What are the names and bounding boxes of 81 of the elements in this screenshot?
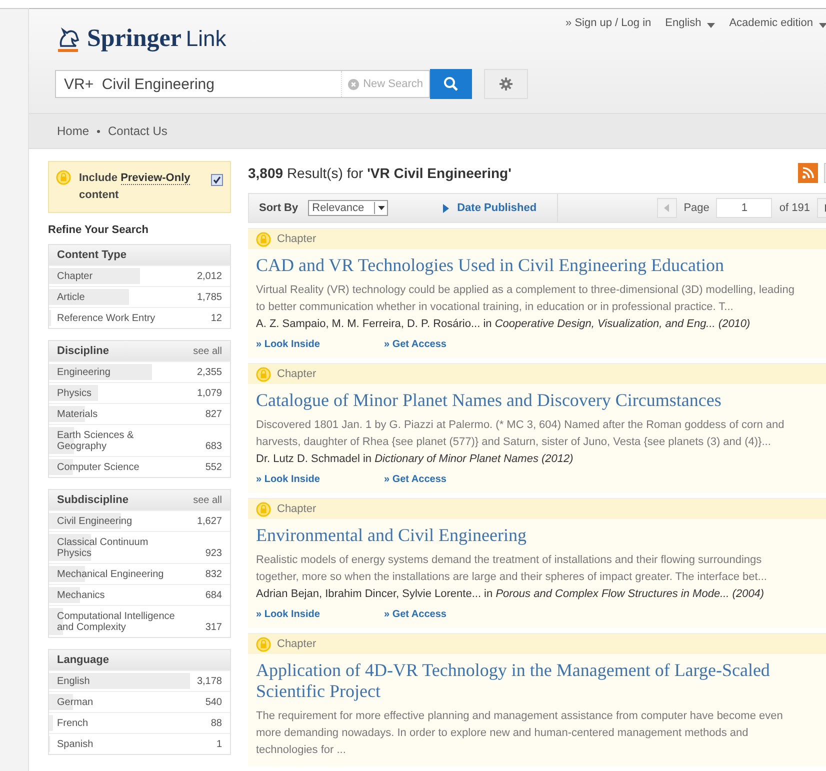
facet-item[interactable]: Engineering 2,355	[49, 361, 230, 382]
preview-checkbox[interactable]	[211, 174, 223, 186]
refine-heading: Refine Your Search	[48, 224, 150, 236]
page-field[interactable]: 1	[716, 198, 772, 218]
result-link[interactable]: » Look Inside	[256, 609, 324, 620]
clear-icon	[348, 78, 360, 90]
search-icon	[443, 76, 459, 92]
lock-icon	[256, 502, 271, 516]
sort-select[interactable]: Relevance	[308, 200, 388, 216]
facet-title: Subdiscipline	[57, 494, 129, 506]
triangle-icon	[443, 204, 450, 212]
results-heading: 3,809 Result(s) for 'VR Civil Engineering'	[248, 165, 512, 181]
result-title[interactable]: Catalogue of Minor Planet Names and Discovery Circumstances	[256, 390, 776, 411]
left-arrow-icon	[664, 204, 670, 212]
result-title[interactable]: Environmental and Civil Engineering	[256, 525, 776, 546]
facet-title: Content Type	[57, 249, 126, 261]
facet-item[interactable]: Classical Continuum Physics 923	[49, 531, 230, 563]
sort-label: Sort By	[258, 202, 300, 214]
facet-item[interactable]: Mechanical Engineering 832	[49, 563, 230, 584]
facet-item[interactable]: Mechanics 684	[49, 584, 230, 605]
result-link[interactable]: » Get Access	[384, 474, 452, 485]
rss-button[interactable]	[798, 163, 818, 183]
facet-item[interactable]: Reference Work Entry 12	[49, 307, 230, 328]
facet-title: Discipline	[57, 345, 109, 357]
header-link[interactable]: » Sign up / Log in	[566, 17, 652, 113]
facet-item[interactable]: Spanish 1	[49, 733, 230, 754]
date-published-sort[interactable]: Date Published	[443, 194, 558, 222]
result-title[interactable]: CAD and VR Technologies Used in Civil Engineering Education	[256, 255, 776, 276]
result-link[interactable]: » Get Access	[384, 339, 452, 350]
result-authors: Dr. Lutz D. Schmadel in Dictionary of Minor Planet Names (2012)	[256, 452, 574, 467]
search-button[interactable]	[430, 69, 472, 99]
lock-icon	[256, 636, 271, 652]
facet-item[interactable]: Civil Engineering 1,627	[49, 510, 230, 531]
separator-dot	[97, 130, 100, 132]
content-type-label: Chapter	[277, 503, 316, 515]
settings-button[interactable]	[484, 69, 528, 99]
facet-item[interactable]: Physics 1,079	[49, 382, 230, 403]
lock-icon	[256, 232, 271, 246]
lock-icon	[256, 366, 271, 382]
preview-link[interactable]: Preview-Only	[120, 172, 190, 185]
nav-link[interactable]: Contact Us	[108, 124, 168, 138]
facet-item[interactable]: Earth Sciences & Geography 683	[49, 424, 230, 456]
facet-item[interactable]: French 88	[49, 712, 230, 733]
caret-icon	[819, 23, 826, 29]
preview-label: Include Preview-Only content	[79, 171, 192, 203]
content-type-label: Chapter	[277, 233, 316, 245]
result-abstract: Virtual Reality (VR) technology could be applied as a complement to three-dimensional (3D) modelling, leading to better communication whether in vocational training, in education or in professional practice. T...	[256, 283, 796, 315]
facet-item[interactable]: Computer Science 552	[49, 456, 230, 477]
caret-icon	[707, 23, 716, 29]
result-link[interactable]: » Get Access	[384, 609, 452, 620]
nav-link[interactable]: Home	[57, 124, 90, 138]
caret-icon	[378, 206, 385, 210]
facet-title: Language	[57, 654, 109, 666]
result-authors: A. Z. Sampaio, M. M. Ferreira, D. P. Rosário... in Cooperative Design, Visualization, and Eng... (2010)	[256, 317, 752, 332]
page-label: Page	[684, 202, 710, 214]
search-field[interactable]: VR+ Civil Engineering New Search	[55, 70, 430, 98]
result-link[interactable]: » Look Inside	[256, 339, 324, 350]
page-count: of 191	[779, 202, 810, 214]
result-abstract: Discovered 1801 Jan. 1 by G. Piazzi at Palermo. (* MC 3, 604) Named after the Roman goddess of corn and harvests, daughter of Rhea {see planet (577)} and Saturn, sister of Juno, Vesta {see planets (3) and (4)}...	[256, 418, 786, 450]
result-abstract: Realistic models of energy systems demand the treatment of installations and their flowing surroundings together, more so when the installations are large and their spheres of impact greater. The interface bet...	[256, 553, 768, 585]
facet-item[interactable]: German 540	[49, 691, 230, 712]
result-abstract: The requirement for more effective planning and management assistance from computer have become even more demanding nowadays. In order to explore new and human-centered management methods and technologies for ...	[256, 709, 784, 758]
content-type-label: Chapter	[277, 638, 316, 650]
result-authors: Adrian Bejan, Ibrahim Dincer, Sylvie Lorente... in Porous and Complex Flow Structures in Mode... (2004)	[256, 587, 766, 602]
result-link[interactable]: » Look Inside	[256, 474, 324, 485]
facet-item[interactable]: Materials 827	[49, 403, 230, 424]
facet-item[interactable]: Computational Intelligence and Complexity 317	[49, 605, 230, 637]
logo-text: Springer Link	[87, 25, 226, 53]
see-all-link[interactable]: see all	[193, 346, 222, 356]
facet-item[interactable]: Chapter 2,012	[49, 265, 230, 286]
facet-item[interactable]: English 3,178	[49, 670, 230, 691]
see-all-link[interactable]: see all	[193, 494, 222, 506]
gear-icon	[499, 77, 513, 91]
result-title[interactable]: Application of 4D-VR Technology in the Management of Large-Scaled Scientific Project	[256, 660, 776, 702]
rss-icon	[802, 167, 814, 179]
facet-item[interactable]: Article 1,785	[49, 286, 230, 307]
menu-link[interactable]: English	[665, 17, 716, 113]
content-type-label: Chapter	[277, 368, 316, 380]
menu-link[interactable]: Academic edition	[729, 17, 826, 113]
checkmark-icon	[213, 176, 221, 184]
lock-icon	[56, 170, 71, 185]
